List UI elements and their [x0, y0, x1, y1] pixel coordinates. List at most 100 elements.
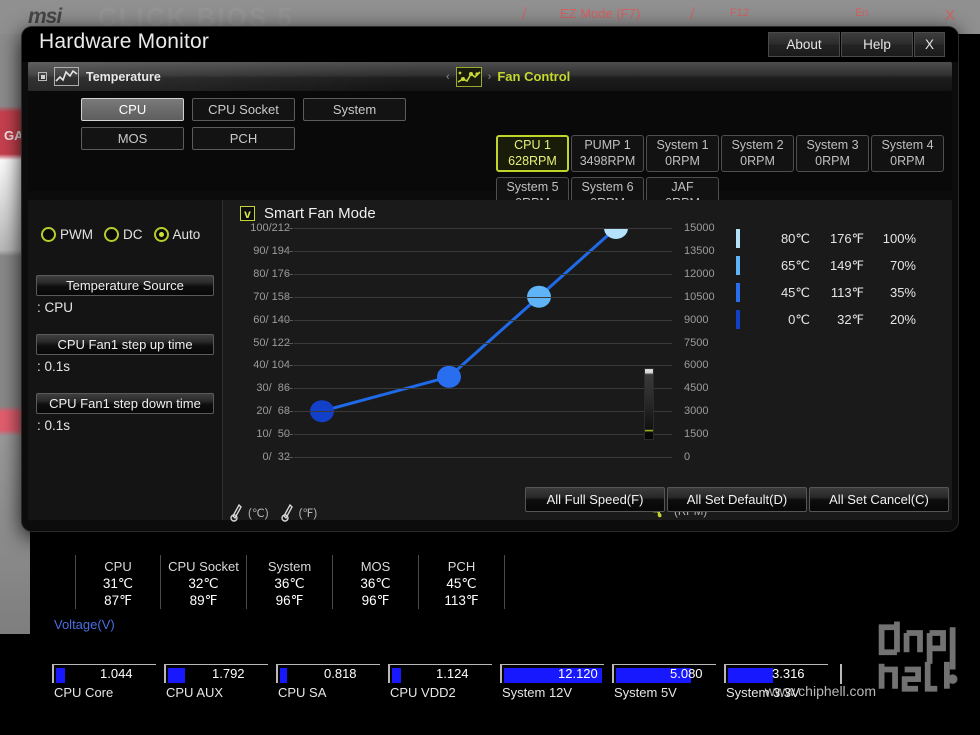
grid-line [294, 388, 672, 390]
sensor-cell: CPU 31℃ 87℉ [75, 555, 161, 609]
sensor-fahrenheit: 89℉ [189, 593, 218, 608]
temperature-source-tabs: CPU CPU Socket System MOS PCH [81, 98, 451, 150]
all-set-cancel-button[interactable]: All Set Cancel(C) [809, 487, 949, 512]
fan-tab-name: System 5 [506, 179, 559, 194]
y-tick-left: 20/ 68 [256, 405, 290, 418]
about-button[interactable]: About [767, 32, 840, 57]
step-up-time-field[interactable]: CPU Fan1 step up time [36, 334, 214, 355]
voltage-cell: 5.080 System 5V [612, 664, 724, 702]
sensor-celsius: 36℃ [360, 576, 391, 591]
sensor-celsius: 31℃ [102, 576, 134, 591]
sensor-cell: PCH 45℃ 113℉ [419, 555, 505, 609]
legend-duty: 100% [882, 231, 916, 246]
temp-source-pch[interactable]: PCH [192, 127, 295, 150]
rpm-slider-handle[interactable] [644, 368, 654, 440]
grid-line [294, 434, 672, 436]
line-chart-icon [54, 67, 79, 86]
curve-point-2[interactable] [437, 365, 461, 388]
grid-line [294, 365, 672, 367]
hardware-monitor-dialog: Hardware Monitor About Help X Temperatur… [22, 27, 958, 531]
fan-tab-system-3[interactable]: System 3 0RPM [796, 135, 869, 172]
legend-color-swatch [736, 256, 740, 275]
y-tick-right: 3000 [684, 405, 709, 418]
y-tick-right: 4500 [684, 382, 709, 395]
y-tick-left: 10/ 50 [256, 428, 290, 441]
voltage-value: 0.818 [324, 666, 357, 681]
radio-dc-label: DC [123, 227, 143, 242]
tab-temperature[interactable]: Temperature [38, 62, 161, 91]
sensor-fahrenheit: 87℉ [104, 593, 132, 608]
fan-tab-rpm: 0RPM [815, 153, 850, 168]
y-tick-mark [286, 342, 293, 344]
language-label[interactable]: En [855, 7, 868, 19]
y-tick-mark [286, 411, 293, 413]
legend-temp-c: 45℃ [780, 284, 810, 300]
voltage-section-title: Voltage(V) [54, 617, 115, 632]
temp-source-system[interactable]: System [303, 98, 406, 121]
radio-pwm[interactable] [41, 227, 56, 242]
tab-prev-arrow[interactable]: ‹ [446, 71, 450, 83]
step-up-time-value: : 0.1s [37, 359, 71, 374]
help-button[interactable]: Help [840, 32, 913, 57]
sensor-readout-strip: CPU 31℃ 87℉ CPU Socket 32℃ 89℉ System 36℃ 96℉ MOS… [22, 555, 958, 609]
grid-line [294, 319, 672, 321]
grid-line [294, 411, 672, 413]
legend-temp-f: 149℉ [829, 257, 864, 273]
radio-auto[interactable] [153, 227, 169, 242]
fan-tab-system-4[interactable]: System 4 0RPM [871, 135, 944, 172]
grid-line [294, 342, 672, 344]
sensor-name: PCH [447, 559, 476, 574]
tab-fan-control[interactable]: ‹ › Fan Control [446, 62, 570, 91]
all-full-speed-button[interactable]: All Full Speed(F) [525, 487, 665, 512]
y-tick-left: 50/ 122 [253, 336, 290, 349]
fan-tab-name: System 6 [581, 179, 634, 194]
voltage-value: 1.792 [212, 666, 245, 681]
y-tick-left: 60/ 140 [253, 313, 290, 326]
all-set-default-button[interactable]: All Set Default(D) [667, 487, 807, 512]
radio-dc[interactable] [104, 227, 119, 242]
fan-tab-cpu-1[interactable]: CPU 1 628RPM [496, 135, 569, 172]
fan-tab-name: PUMP 1 [584, 137, 631, 152]
plot-grid [286, 228, 672, 458]
temperature-unit-group: (℃) (℉) [230, 503, 317, 523]
fan-tab-rpm: 0RPM [890, 153, 925, 168]
y-tick-left: 70/ 158 [253, 290, 290, 303]
y-tick-right: 7500 [684, 336, 709, 349]
smart-fan-mode-checkbox[interactable]: v [240, 206, 255, 221]
screenshot-hotkey[interactable]: F12 [730, 7, 749, 19]
fan-tab-rpm: 0RPM [740, 153, 775, 168]
ez-mode-link[interactable]: EZ Mode (F7) [560, 6, 640, 21]
voltage-strip: Voltage(V) 1.044 CPU Core 1.792 CPU AUX 0.81… [22, 612, 958, 702]
close-button[interactable]: X [913, 32, 945, 57]
voltage-value: 1.124 [436, 666, 469, 681]
y-tick-right: 0 [684, 451, 691, 463]
voltage-cell: 3.316 System 3.3V [724, 664, 836, 702]
fan-tab-name: JAF [671, 179, 694, 194]
section-tabs-bar: Temperature ‹ › Fan Control [28, 62, 952, 91]
temp-source-cpu[interactable]: CPU [81, 98, 184, 121]
legend-temp-c: 80℃ [780, 230, 810, 246]
fan-tab-pump-1[interactable]: PUMP 1 3498RPM [571, 135, 644, 172]
step-down-time-field[interactable]: CPU Fan1 step down time [36, 393, 214, 414]
fan-tab-system-1[interactable]: System 1 0RPM [646, 135, 719, 172]
fan-tab-system-2[interactable]: System 2 0RPM [721, 135, 794, 172]
grid-line [294, 273, 672, 275]
temp-source-cpu-socket[interactable]: CPU Socket [192, 98, 295, 121]
fan-tab-name: System 4 [881, 137, 934, 152]
voltage-label: CPU SA [278, 685, 327, 700]
legend-color-swatch [736, 310, 740, 329]
sensor-name: System [267, 559, 312, 574]
voltage-cell: 1.792 CPU AUX [164, 664, 276, 702]
collapse-icon[interactable] [38, 72, 47, 81]
temp-source-mos[interactable]: MOS [81, 127, 184, 150]
bios-close-icon[interactable]: X [945, 7, 955, 24]
voltage-label: CPU VDD2 [390, 685, 456, 700]
voltage-cell: 0.818 CPU SA [276, 664, 388, 702]
step-down-time-value: : 0.1s [37, 418, 71, 433]
fan-settings-column: PWM DC Auto Temperature Source : CPU CPU… [28, 200, 223, 520]
tab-next-arrow[interactable]: › [488, 71, 492, 83]
voltage-bar-fill [728, 668, 773, 683]
temperature-source-field[interactable]: Temperature Source [36, 275, 214, 296]
voltage-label: CPU Core [54, 685, 114, 700]
smart-fan-mode-row[interactable]: v Smart Fan Mode [240, 205, 376, 222]
